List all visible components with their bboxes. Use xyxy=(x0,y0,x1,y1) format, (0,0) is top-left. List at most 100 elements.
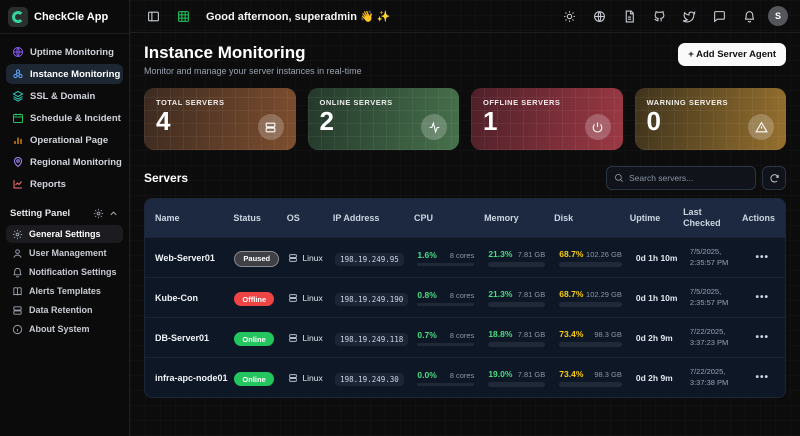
sidebar-item-reports[interactable]: Reports xyxy=(6,174,123,194)
row-actions-button[interactable]: ••• xyxy=(750,332,775,343)
search-input[interactable] xyxy=(629,173,748,183)
setting-panel-header[interactable]: Setting Panel xyxy=(0,194,129,223)
cpu-cell: 0.7% 8 cores xyxy=(417,330,482,346)
settings-nav: General Settings User Management Notific… xyxy=(0,223,129,340)
database-icon xyxy=(12,305,23,316)
memory-total: 7.81 GB xyxy=(518,370,546,379)
sidebar-item-instance-monitoring[interactable]: Instance Monitoring xyxy=(6,64,123,84)
chevron-up-icon[interactable] xyxy=(108,208,119,219)
os-cell: Linux xyxy=(288,373,329,383)
stat-label: OFFLINE SERVERS xyxy=(483,98,611,107)
main-content: Instance Monitoring Monitor and manage y… xyxy=(130,33,800,436)
table-row[interactable]: Kube-Con Offline Linux 198.19.249.190 0.… xyxy=(145,277,785,317)
server-name: DB-Server01 xyxy=(155,333,228,343)
activity-icon xyxy=(421,114,447,140)
checked-date: 7/22/2025, xyxy=(690,367,725,376)
cpu-cores: 8 cores xyxy=(450,251,475,260)
grid-view-icon[interactable] xyxy=(172,5,194,27)
sidebar-item-ssl-domain[interactable]: SSL & Domain xyxy=(6,86,123,106)
memory-cell: 21.3%7.81 GB xyxy=(488,289,553,307)
column-header: Actions xyxy=(742,213,775,224)
memory-progress-bar xyxy=(488,342,545,347)
line-chart-icon xyxy=(12,178,24,190)
sidebar-item-label: User Management xyxy=(29,248,107,258)
sidebar-item-schedule-incident[interactable]: Schedule & Incident xyxy=(6,108,123,128)
sidebar-item-operational-page[interactable]: Operational Page xyxy=(6,130,123,150)
sidebar-item-label: Data Retention xyxy=(29,305,93,315)
disk-percent: 73.4% xyxy=(559,369,583,379)
memory-progress-bar xyxy=(488,382,545,387)
memory-progress-bar xyxy=(488,262,545,267)
cpu-cores: 8 cores xyxy=(450,331,475,340)
ip-address: 198.19.249.190 xyxy=(335,293,408,306)
stat-label: TOTAL SERVERS xyxy=(156,98,284,107)
table-row[interactable]: infra-apc-node01 Online Linux 198.19.249… xyxy=(145,357,785,397)
ip-address: 198.19.249.30 xyxy=(335,373,404,386)
os-label: Linux xyxy=(302,293,322,303)
column-header: OS xyxy=(287,213,327,224)
gear-icon xyxy=(93,208,104,219)
chat-icon[interactable] xyxy=(708,5,730,27)
user-avatar[interactable]: S xyxy=(768,6,788,26)
disk-total: 98.3 GB xyxy=(594,330,622,339)
sidebar-item-label: Reports xyxy=(30,179,66,190)
sidebar-toggle-icon[interactable] xyxy=(142,5,164,27)
uptime: 0d 1h 10m xyxy=(636,253,684,263)
memory-cell: 21.3%7.81 GB xyxy=(488,249,553,267)
github-icon[interactable] xyxy=(648,5,670,27)
offline-servers-card: OFFLINE SERVERS 1 xyxy=(471,88,623,150)
disk-progress-bar xyxy=(559,262,622,267)
servers-table: NameStatusOSIP AddressCPUMemoryDiskUptim… xyxy=(144,198,786,398)
page-subtitle: Monitor and manage your server instances… xyxy=(144,66,362,76)
column-header: Name xyxy=(155,213,227,224)
table-row[interactable]: Web-Server01 Paused Linux 198.19.249.95 … xyxy=(145,237,785,277)
cpu-progress-bar xyxy=(417,263,474,266)
checked-date: 7/5/2025, xyxy=(690,287,721,296)
language-globe-icon[interactable] xyxy=(588,5,610,27)
sidebar-item-uptime-monitoring[interactable]: Uptime Monitoring xyxy=(6,42,123,62)
notifications-bell-icon[interactable] xyxy=(738,5,760,27)
column-header: Status xyxy=(233,213,280,224)
docs-icon[interactable] xyxy=(618,5,640,27)
sidebar-item-alerts-templates[interactable]: Alerts Templates xyxy=(6,282,123,300)
disk-percent: 68.7% xyxy=(559,249,583,259)
sidebar-item-notification-settings[interactable]: Notification Settings xyxy=(6,263,123,281)
cpu-percent: 0.7% xyxy=(417,330,436,340)
total-servers-card: TOTAL SERVERS 4 xyxy=(144,88,296,150)
checked-date: 7/22/2025, xyxy=(690,327,725,336)
column-header: Last Checked xyxy=(683,207,736,229)
greeting-text: Good afternoon, superadmin 👋 ✨ xyxy=(206,10,390,23)
bar-chart-icon xyxy=(12,134,24,146)
column-header: IP Address xyxy=(333,213,408,224)
cpu-progress-bar xyxy=(417,343,474,346)
stat-cards: TOTAL SERVERS 4 ONLINE SERVERS 2 OFFLINE… xyxy=(144,88,786,150)
refresh-button[interactable] xyxy=(762,166,786,190)
sidebar-item-about-system[interactable]: About System xyxy=(6,320,123,338)
table-row[interactable]: DB-Server01 Online Linux 198.19.249.118 … xyxy=(145,317,785,357)
os-cell: Linux xyxy=(288,333,329,343)
linux-os-icon xyxy=(288,373,298,383)
row-actions-button[interactable]: ••• xyxy=(750,292,775,303)
disk-cell: 68.7%102.29 GB xyxy=(559,289,630,307)
sidebar-item-label: Regional Monitoring xyxy=(30,157,122,168)
column-header: CPU xyxy=(414,213,478,224)
sidebar-item-data-retention[interactable]: Data Retention xyxy=(6,301,123,319)
cpu-cores: 8 cores xyxy=(450,371,475,380)
last-checked: 7/22/2025, 3:37:38 PM xyxy=(690,367,744,387)
server-search[interactable] xyxy=(606,166,756,190)
disk-progress-bar xyxy=(559,302,622,307)
row-actions-button[interactable]: ••• xyxy=(750,372,775,383)
sidebar-item-label: About System xyxy=(29,324,90,334)
last-checked: 7/22/2025, 3:37:23 PM xyxy=(690,327,744,347)
row-actions-button[interactable]: ••• xyxy=(750,252,775,263)
add-server-agent-button[interactable]: + Add Server Agent xyxy=(678,43,786,66)
sidebar-item-general-settings[interactable]: General Settings xyxy=(6,225,123,243)
sidebar-item-user-management[interactable]: User Management xyxy=(6,244,123,262)
sidebar-item-regional-monitoring[interactable]: Regional Monitoring xyxy=(6,152,123,172)
theme-toggle-icon[interactable] xyxy=(558,5,580,27)
cpu-cell: 0.0%8 cores xyxy=(417,370,482,386)
power-icon xyxy=(585,114,611,140)
twitter-icon[interactable] xyxy=(678,5,700,27)
app-logo[interactable]: CheckCle App xyxy=(0,0,129,34)
checked-date: 7/5/2025, xyxy=(690,247,721,256)
